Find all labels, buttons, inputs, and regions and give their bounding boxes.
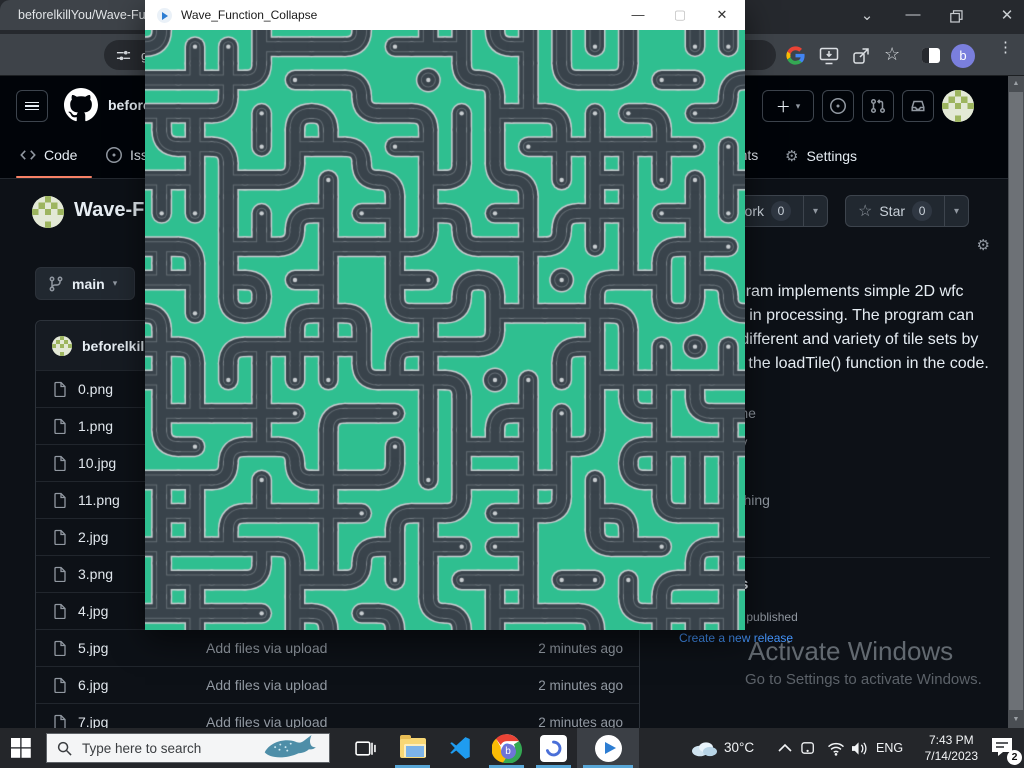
commit-time: 2 minutes ago [538,678,623,693]
taskbar-clock[interactable]: 7:43 PM 7/14/2023 [925,732,978,764]
create-new-button[interactable]: ＋▾ [762,90,814,122]
vscode-button[interactable] [436,728,483,768]
window-close-button[interactable]: ✕ [705,0,739,30]
file-explorer-icon [400,738,426,758]
file-icon [52,640,68,656]
chrome-button[interactable]: b [483,728,530,768]
notification-badge: 2 [1007,750,1022,765]
commit-avatar[interactable] [52,336,72,356]
file-name[interactable]: 5.jpg [78,640,196,656]
user-avatar[interactable] [942,90,974,122]
browser-menu-icon[interactable]: ⋮ [998,44,1012,52]
task-view-icon [355,738,376,759]
window-minimize-button[interactable]: — [621,0,655,30]
tune-icon [116,48,131,63]
activate-windows-watermark: Activate Windows [748,636,953,667]
branch-name: main [72,276,105,292]
github-logo-icon[interactable] [64,88,98,122]
language-indicator[interactable]: ENG [876,741,903,755]
active-tab-underline [16,176,92,178]
window-maximize-button[interactable]: ▢ [663,0,697,30]
file-icon [52,381,68,397]
star-button[interactable]: ☆ Star 0 ▾ [845,195,969,227]
file-icon [52,492,68,508]
weather-cloud-icon[interactable] [690,739,718,757]
taskbar: Type here to search b 30°C [0,728,1024,768]
file-row[interactable]: 6.jpg Add files via upload 2 minutes ago [36,666,639,703]
file-icon [52,603,68,619]
browser-restore-button[interactable] [950,10,963,23]
scrollbar-thumb[interactable] [1009,92,1023,710]
task-view-button[interactable] [342,728,389,768]
gear-icon: ⚙ [785,147,798,165]
branch-caret-icon: ▾ [113,278,118,289]
side-panel-icon[interactable] [922,48,940,63]
whale-shark-image [259,735,319,761]
chrome-profile-badge: b [501,744,516,759]
taskbar-search[interactable]: Type here to search [46,733,330,763]
search-icon [57,741,72,756]
inbox-icon[interactable] [902,90,934,122]
browser-minimize-button[interactable]: — [903,6,923,23]
tray-chevron-icon[interactable] [778,743,792,752]
install-icon[interactable] [819,47,839,65]
pinned-app-button[interactable] [530,728,577,768]
file-explorer-button[interactable] [389,728,436,768]
weather-temp[interactable]: 30°C [724,740,754,755]
tab-settings[interactable]: ⚙ Settings [785,147,857,165]
tab-search-chevron-icon[interactable]: ⌄ [857,6,877,24]
repo-avatar [32,196,64,228]
file-row[interactable]: 5.jpg Add files via upload 2 minutes ago [36,629,639,666]
clock-date: 7/14/2023 [925,748,978,764]
commit-message[interactable]: Add files via upload [206,640,528,656]
bookmark-star-icon[interactable]: ☆ [884,44,900,65]
browser-profile-avatar[interactable]: b [951,44,975,68]
branch-icon [48,276,64,292]
file-icon [52,529,68,545]
scroll-down-icon[interactable]: ▼ [1008,716,1024,723]
desktop: beforelkillYou/Wave-Function-Collapse ⌄ … [0,0,1024,768]
wfc-pattern-canvas [145,30,745,630]
file-icon [52,566,68,582]
tab-code[interactable]: Code [20,147,77,163]
window-title: Wave_Function_Collapse [181,8,317,22]
commit-message[interactable]: Add files via upload [206,677,528,693]
share-icon[interactable] [852,47,870,65]
google-icon[interactable] [786,46,805,65]
star-icon: ☆ [858,201,872,221]
processing-sketch-button[interactable] [577,728,639,768]
sketch-icon [157,8,172,23]
window-titlebar[interactable]: Wave_Function_Collapse [145,0,745,30]
pull-requests-icon[interactable] [862,90,894,122]
search-placeholder: Type here to search [82,741,249,756]
commit-time: 2 minutes ago [538,641,623,656]
vscode-icon [447,735,473,761]
browser-close-button[interactable]: ✕ [997,6,1017,24]
processing-run-icon [595,735,622,762]
activate-windows-subtext: Go to Settings to activate Windows. [745,671,982,688]
pinned-app-icon [540,735,567,762]
branch-selector[interactable]: main ▾ [35,267,135,300]
hamburger-menu-button[interactable] [16,90,48,122]
fork-count: 0 [771,201,791,221]
notification-button[interactable]: 2 [990,736,1016,760]
wifi-icon[interactable] [826,741,846,756]
wfc-app-window: Wave_Function_Collapse — ▢ ✕ [145,0,745,630]
file-icon [52,677,68,693]
file-icon [52,418,68,434]
scroll-up-icon[interactable]: ▲ [1008,80,1024,87]
issues-global-icon[interactable] [822,90,854,122]
about-gear-icon[interactable]: ⚙ [977,236,990,254]
start-button[interactable] [11,738,31,758]
file-icon [52,455,68,471]
clock-time: 7:43 PM [925,732,978,748]
star-dropdown[interactable]: ▾ [944,196,968,226]
meet-now-icon[interactable] [801,741,818,755]
file-name[interactable]: 6.jpg [78,677,196,693]
page-scrollbar[interactable]: ▲ ▼ [1008,76,1024,768]
fork-dropdown[interactable]: ▾ [803,196,827,226]
star-count: 0 [912,201,932,221]
volume-icon[interactable] [850,741,869,756]
